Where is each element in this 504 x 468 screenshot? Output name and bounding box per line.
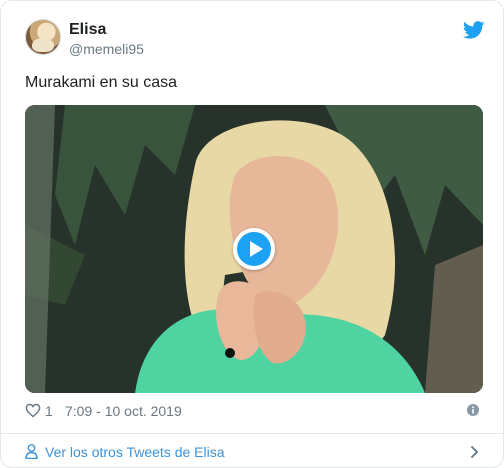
- view-more-tweets-label: Ver los otros Tweets de Elisa: [45, 444, 225, 460]
- author-handle[interactable]: @memeli95: [69, 41, 144, 57]
- tweet-text: Murakami en su casa: [25, 74, 178, 91]
- play-icon: [250, 241, 263, 257]
- chevron-right-icon: [470, 445, 479, 459]
- twitter-bird-icon[interactable]: [463, 21, 485, 39]
- person-icon: [25, 444, 38, 459]
- tweet-timestamp[interactable]: 7:09 - 10 oct. 2019: [65, 403, 182, 419]
- tweet-header: Elisa @memeli95: [25, 19, 485, 59]
- like-count[interactable]: 1: [45, 403, 53, 419]
- info-icon[interactable]: [467, 404, 479, 416]
- divider: [1, 433, 503, 434]
- heart-icon[interactable]: [25, 403, 41, 418]
- avatar[interactable]: [25, 19, 61, 55]
- play-button[interactable]: [233, 228, 275, 270]
- author-name[interactable]: Elisa: [69, 21, 106, 39]
- tweet-card: Elisa @memeli95 Murakami en su casa 1 7:…: [0, 0, 504, 468]
- view-more-tweets-link[interactable]: Ver los otros Tweets de Elisa: [25, 443, 485, 463]
- tweet-actions: 1 7:09 - 10 oct. 2019: [25, 401, 485, 421]
- tweet-media-gif[interactable]: [25, 105, 483, 393]
